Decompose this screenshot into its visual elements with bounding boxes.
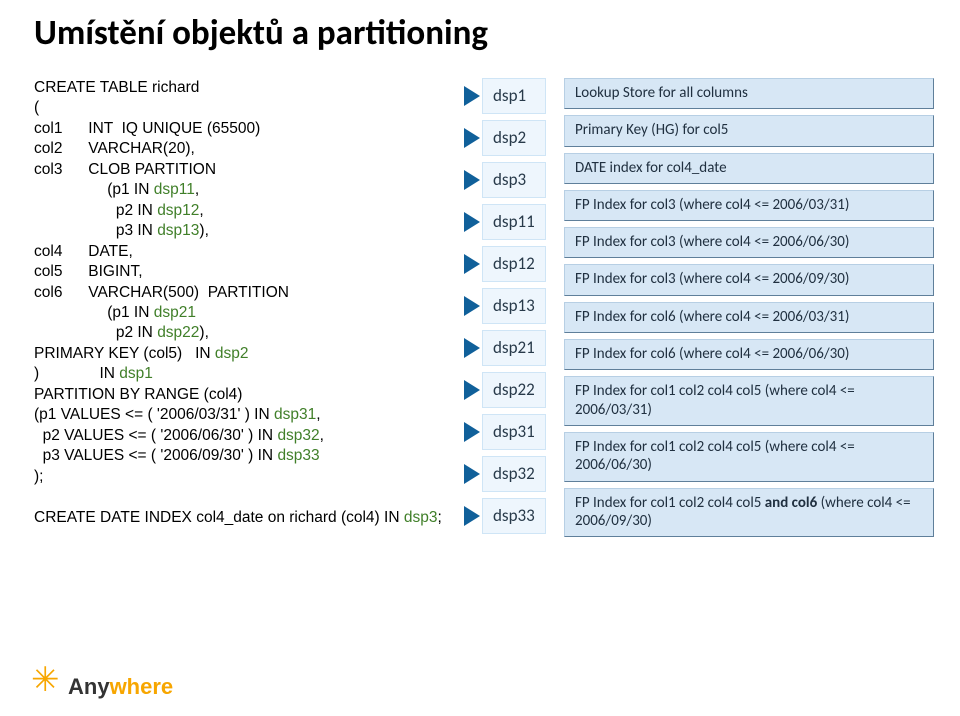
badge-row: dsp12 (464, 246, 564, 282)
sql-line: col1 INT IQ UNIQUE (65500) (34, 120, 260, 137)
arrow-right-icon (464, 380, 480, 400)
sql-line: (p1 VALUES <= ( '2006/03/31' ) IN dsp31, (34, 406, 321, 423)
sql-line: p2 IN dsp22), (34, 324, 209, 341)
dbspace-ref: dsp2 (215, 345, 249, 362)
sql-line: CREATE DATE INDEX col4_date on richard (… (34, 509, 442, 526)
logo-burst-icon (34, 672, 64, 702)
arrow-right-icon (464, 254, 480, 274)
dbspace-badge: dsp31 (482, 414, 546, 450)
desc-box: FP Index for col6 (where col4 <= 2006/06… (564, 339, 934, 370)
badge-row: dsp1 (464, 78, 564, 114)
arrow-right-icon (464, 128, 480, 148)
dbspace-ref: dsp1 (119, 365, 153, 382)
badge-row: dsp22 (464, 372, 564, 408)
arrow-right-icon (464, 338, 480, 358)
dbspace-column: dsp1 dsp2 dsp3 dsp11 dsp12 dsp13 dsp21 d… (464, 78, 564, 540)
desc-box: Primary Key (HG) for col5 (564, 115, 934, 146)
dbspace-ref: dsp13 (157, 222, 199, 239)
sql-line: ) IN dsp1 (34, 365, 153, 382)
desc-box: FP Index for col1 col2 col4 col5 (where … (564, 432, 934, 482)
sql-line: CREATE TABLE richard (34, 79, 199, 96)
description-column: Lookup Store for all columns Primary Key… (564, 78, 934, 540)
dbspace-badge: dsp13 (482, 288, 546, 324)
dbspace-ref: dsp11 (154, 181, 195, 198)
dbspace-ref: dsp31 (274, 406, 316, 423)
desc-box: FP Index for col1 col2 col4 col5 and col… (564, 488, 934, 538)
sql-line: col5 BIGINT, (34, 263, 143, 280)
logo-text: Anywhere (68, 674, 173, 700)
dbspace-badge: dsp21 (482, 330, 546, 366)
arrow-right-icon (464, 506, 480, 526)
desc-box: FP Index for col1 col2 col4 col5 (where … (564, 376, 934, 426)
dbspace-badge: dsp2 (482, 120, 546, 156)
desc-box: FP Index for col3 (where col4 <= 2006/06… (564, 227, 934, 258)
sql-line: p3 VALUES <= ( '2006/09/30' ) IN dsp33 (34, 447, 320, 464)
sql-line: col2 VARCHAR(20), (34, 140, 195, 157)
badge-row: dsp32 (464, 456, 564, 492)
arrow-right-icon (464, 86, 480, 106)
dbspace-badge: dsp33 (482, 498, 546, 534)
sql-line: p2 VALUES <= ( '2006/06/30' ) IN dsp32, (34, 427, 324, 444)
badge-row: dsp2 (464, 120, 564, 156)
sql-line: PARTITION BY RANGE (col4) (34, 386, 242, 403)
dbspace-badge: dsp11 (482, 204, 546, 240)
dbspace-ref: dsp12 (157, 202, 199, 219)
badge-row: dsp33 (464, 498, 564, 534)
dbspace-ref: dsp22 (157, 324, 199, 341)
dbspace-ref: dsp32 (277, 427, 319, 444)
arrow-right-icon (464, 464, 480, 484)
dbspace-badge: dsp32 (482, 456, 546, 492)
sql-line: col4 DATE, (34, 243, 133, 260)
desc-box: Lookup Store for all columns (564, 78, 934, 109)
sql-code-block: CREATE TABLE richard ( col1 INT IQ UNIQU… (34, 78, 464, 540)
sql-line: PRIMARY KEY (col5) IN dsp2 (34, 345, 249, 362)
desc-box: DATE index for col4_date (564, 153, 934, 184)
arrow-right-icon (464, 212, 480, 232)
sql-line: p2 IN dsp12, (34, 202, 204, 219)
content-area: CREATE TABLE richard ( col1 INT IQ UNIQU… (0, 54, 960, 540)
dbspace-badge: dsp1 (482, 78, 546, 114)
sql-line: col6 VARCHAR(500) PARTITION (34, 284, 289, 301)
badge-row: dsp3 (464, 162, 564, 198)
arrow-right-icon (464, 422, 480, 442)
dbspace-badge: dsp3 (482, 162, 546, 198)
desc-box: FP Index for col3 (where col4 <= 2006/03… (564, 190, 934, 221)
dbspace-badge: dsp12 (482, 246, 546, 282)
page-title: Umístění objektů a partitioning (0, 0, 960, 54)
bold-text: and col6 (765, 494, 817, 512)
dbspace-ref: dsp3 (404, 509, 438, 526)
sql-line: p3 IN dsp13), (34, 222, 209, 239)
badge-row: dsp21 (464, 330, 564, 366)
dbspace-ref: dsp21 (154, 304, 196, 321)
sql-line: ); (34, 468, 43, 485)
dbspace-ref: dsp33 (277, 447, 319, 464)
sql-line: (p1 IN dsp21 (34, 304, 196, 321)
sql-line: ( (34, 99, 39, 116)
badge-row: dsp31 (464, 414, 564, 450)
sql-line: col3 CLOB PARTITION (34, 161, 216, 178)
desc-box: FP Index for col3 (where col4 <= 2006/09… (564, 264, 934, 295)
desc-box: FP Index for col6 (where col4 <= 2006/03… (564, 302, 934, 333)
dbspace-badge: dsp22 (482, 372, 546, 408)
badge-row: dsp11 (464, 204, 564, 240)
anywhere-logo: Anywhere (34, 672, 173, 702)
arrow-right-icon (464, 170, 480, 190)
badge-row: dsp13 (464, 288, 564, 324)
arrow-right-icon (464, 296, 480, 316)
sql-line: (p1 IN dsp11, (34, 181, 199, 198)
